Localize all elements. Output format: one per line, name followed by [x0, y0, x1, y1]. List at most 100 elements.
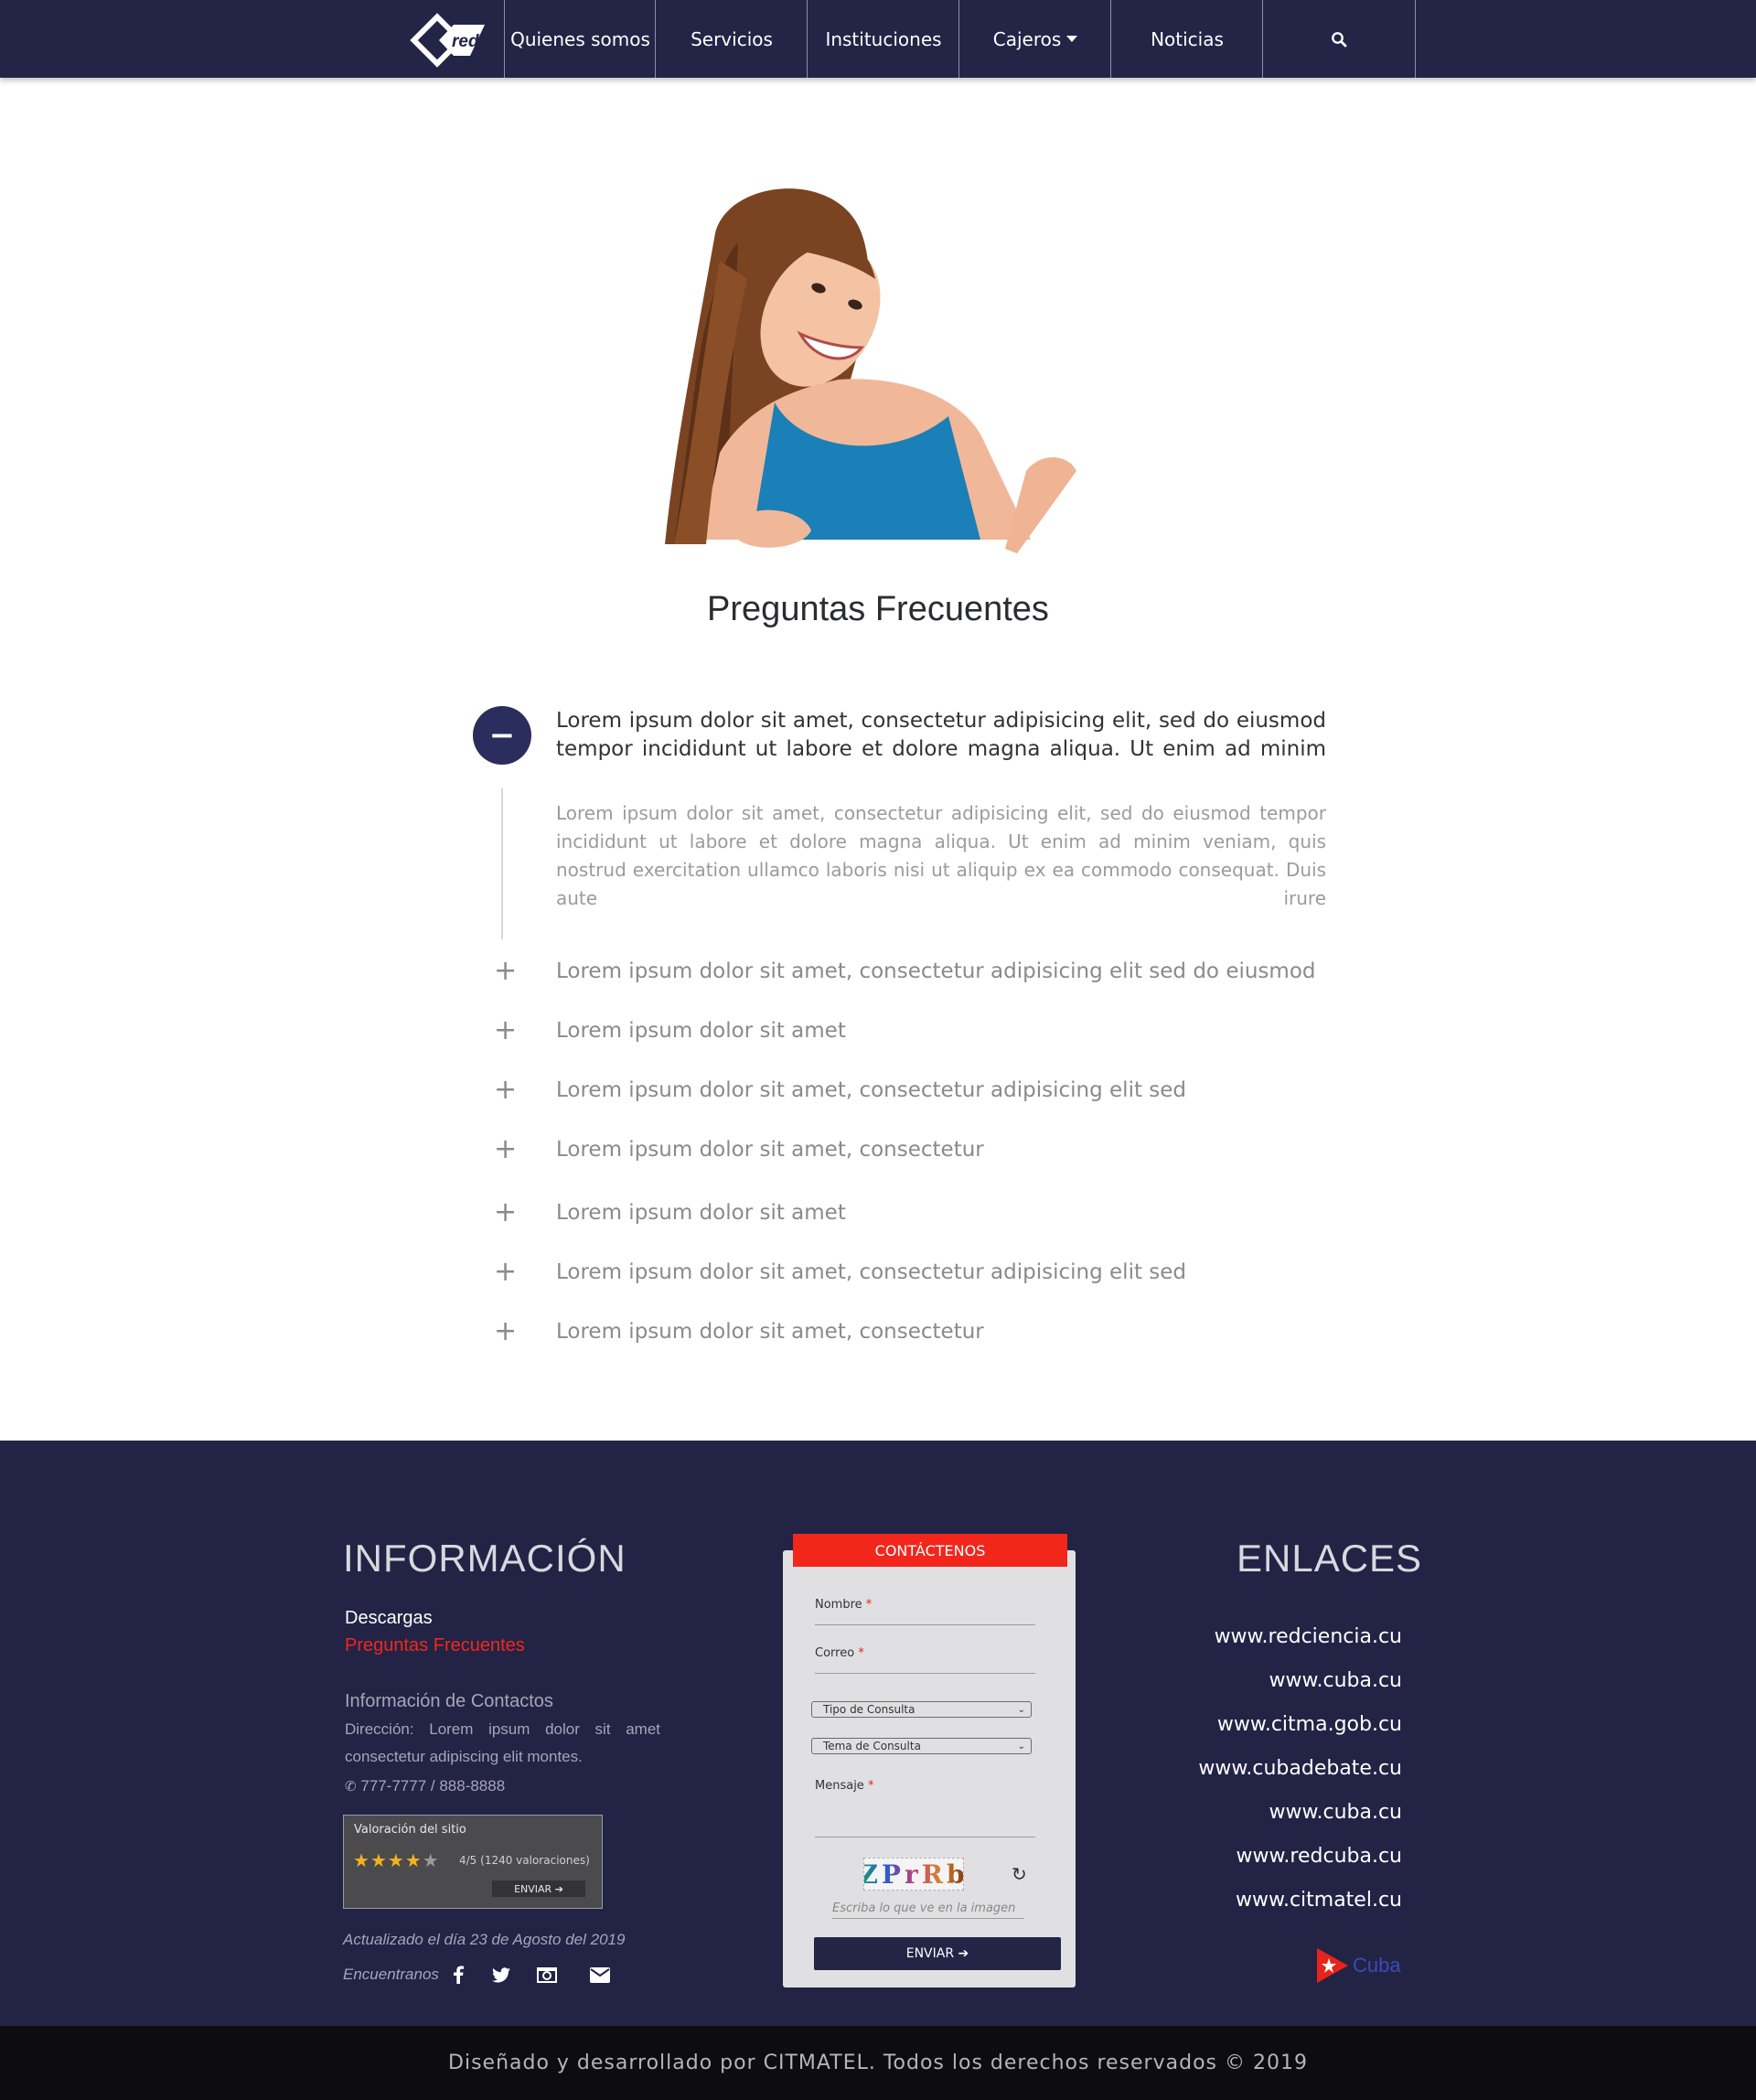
chevron-down-icon: ⌄ [1017, 1741, 1025, 1752]
consult-type-select[interactable]: Tipo de Consulta ⌄ [811, 1701, 1032, 1718]
faq-question: Lorem ipsum dolor sit amet, consectetur … [556, 1078, 1187, 1102]
nav-label: Servicios [691, 27, 773, 50]
external-link[interactable]: www.redcuba.cu [1236, 1845, 1402, 1868]
twitter-icon[interactable] [489, 1963, 513, 1987]
message-field[interactable] [815, 1837, 1035, 1838]
nav-item-cajeros[interactable]: Cajeros [958, 0, 1111, 78]
email-field[interactable] [815, 1673, 1035, 1674]
plus-icon: + [494, 1315, 518, 1347]
message-label-text: Mensaje [815, 1779, 864, 1793]
faq-question-open[interactable]: Lorem ipsum dolor sit amet, consectetur … [556, 707, 1326, 764]
page-title: Preguntas Frecuentes [707, 590, 1049, 628]
star-icon[interactable]: ★ [353, 1849, 370, 1871]
plus-icon: + [494, 1074, 518, 1106]
contact-form-header: CONTÁCTENOS [793, 1534, 1067, 1567]
rating-score: 4/5 [459, 1854, 477, 1867]
external-link[interactable]: www.cuba.cu [1269, 1669, 1402, 1692]
contact-form: Nombre * Correo * Tipo de Consulta ⌄ Tema… [783, 1550, 1076, 1988]
facebook-icon[interactable] [446, 1963, 470, 1987]
faq-item[interactable]: + Lorem ipsum dolor sit amet, consectetur [494, 1131, 1372, 1168]
nav-item-instituciones[interactable]: Instituciones [807, 0, 959, 78]
consult-topic-value: Tema de Consulta [823, 1740, 921, 1752]
nav-label: Cajeros [992, 27, 1062, 50]
consult-type-value: Tipo de Consulta [823, 1703, 915, 1716]
consult-topic-select[interactable]: Tema de Consulta ⌄ [811, 1738, 1032, 1754]
sign-out-icon: ➔ [554, 1882, 563, 1895]
nav-label: Noticias [1151, 27, 1224, 50]
caret-down-icon [1066, 36, 1078, 42]
plus-icon: + [494, 1196, 518, 1228]
external-link[interactable]: www.citma.gob.cu [1217, 1713, 1402, 1736]
captcha-input[interactable]: Escriba lo que ve en la imagen [832, 1902, 1024, 1919]
site-logo[interactable]: red [397, 13, 488, 68]
faq-item[interactable]: + Lorem ipsum dolor sit amet [494, 1012, 1372, 1049]
nav-label: Quienes somos [510, 27, 650, 50]
star-icon[interactable]: ★ [405, 1849, 423, 1871]
star-icon[interactable]: ★ [370, 1849, 388, 1871]
phone-row: ✆ 777-7777 / 888-8888 [345, 1773, 583, 1801]
external-link[interactable]: www.cubadebate.cu [1198, 1757, 1402, 1780]
nav-label: Instituciones [825, 27, 942, 50]
search-button[interactable] [1262, 0, 1416, 78]
chevron-down-icon: ⌄ [1017, 1704, 1025, 1715]
rating-count: (1240 valoraciones) [480, 1854, 590, 1867]
faq-timeline-line [501, 788, 503, 939]
envelope-icon[interactable] [588, 1963, 612, 1987]
rating-value: 4/5 (1240 valoraciones) [459, 1854, 590, 1867]
plus-icon: + [494, 955, 518, 987]
refresh-captcha-icon[interactable]: ↻ [1012, 1863, 1032, 1885]
links-section-title: ENLACES [1237, 1537, 1423, 1580]
rating-stars[interactable]: ★★★★★ [353, 1849, 440, 1871]
external-link[interactable]: www.redciencia.cu [1215, 1625, 1402, 1648]
plus-icon: + [494, 1133, 518, 1165]
captcha-image: ZPrRb [863, 1858, 964, 1891]
faq-question: Lorem ipsum dolor sit amet [556, 1201, 846, 1225]
star-icon[interactable]: ★ [423, 1849, 440, 1871]
faq-footer-link[interactable]: Preguntas Frecuentes [345, 1635, 525, 1656]
downloads-link[interactable]: Descargas [345, 1608, 433, 1629]
updated-date: Actualizado el día 23 de Agosto del 2019 [343, 1931, 626, 1948]
rating-submit-label: ENVIAR [514, 1882, 552, 1895]
email-label: Correo * [815, 1646, 864, 1660]
search-icon [1332, 31, 1347, 47]
contacts-title: Información de Contactos [345, 1691, 553, 1711]
plus-icon: + [494, 1014, 518, 1046]
name-field[interactable] [815, 1624, 1035, 1625]
logo-text: red [452, 32, 479, 51]
cuba-logo-text: Cuba [1353, 1954, 1401, 1977]
faq-item[interactable]: + Lorem ipsum dolor sit amet, consectetur… [494, 1072, 1372, 1109]
required-mark: * [865, 1598, 873, 1612]
faq-item[interactable]: + Lorem ipsum dolor sit amet, consectetur… [494, 953, 1372, 990]
external-link[interactable]: www.cuba.cu [1269, 1801, 1402, 1824]
top-navbar: red Quienes somos Servicios Institucione… [0, 0, 1756, 78]
name-label: Nombre * [815, 1598, 872, 1612]
contact-submit-button[interactable]: ENVIAR ➔ [814, 1937, 1061, 1970]
star-icon[interactable]: ★ [388, 1849, 405, 1871]
nav-item-servicios[interactable]: Servicios [655, 0, 808, 78]
copyright-text: Diseñado y desarrollado por CITMATEL. To… [448, 2052, 1308, 2074]
cuba-logo[interactable]: Cuba [1317, 1946, 1401, 1985]
rating-title: Valoración del sitio [354, 1823, 466, 1837]
message-label: Mensaje * [815, 1779, 873, 1793]
nav-item-quienes-somos[interactable]: Quienes somos [504, 0, 656, 78]
email-label-text: Correo [815, 1646, 855, 1660]
required-mark: * [858, 1646, 864, 1660]
site-rating-widget: Valoración del sitio ★★★★★ 4/5 (1240 val… [343, 1815, 603, 1909]
phone-icon: ✆ [345, 1779, 357, 1795]
faq-item[interactable]: + Lorem ipsum dolor sit amet [494, 1195, 1372, 1231]
find-us-label: Encuentranos [343, 1966, 439, 1983]
name-label-text: Nombre [815, 1598, 862, 1612]
plus-icon: + [494, 1256, 518, 1288]
faq-collapse-button[interactable]: − [473, 706, 531, 765]
nav-item-noticias[interactable]: Noticias [1110, 0, 1263, 78]
required-mark: * [867, 1779, 874, 1793]
contact-submit-label: ENVIAR [905, 1946, 955, 1961]
captcha-text: ZPrRb [864, 1859, 963, 1890]
faq-question: Lorem ipsum dolor sit amet [556, 1019, 846, 1043]
faq-question: Lorem ipsum dolor sit amet, consectetur [556, 1320, 984, 1344]
external-link[interactable]: www.citmatel.cu [1236, 1889, 1402, 1912]
rating-submit-button[interactable]: ENVIAR ➔ [492, 1880, 585, 1897]
faq-item[interactable]: + Lorem ipsum dolor sit amet, consectetur… [494, 1254, 1372, 1291]
faq-item[interactable]: + Lorem ipsum dolor sit amet, consectetur [494, 1313, 1372, 1350]
camera-icon[interactable] [535, 1963, 559, 1987]
